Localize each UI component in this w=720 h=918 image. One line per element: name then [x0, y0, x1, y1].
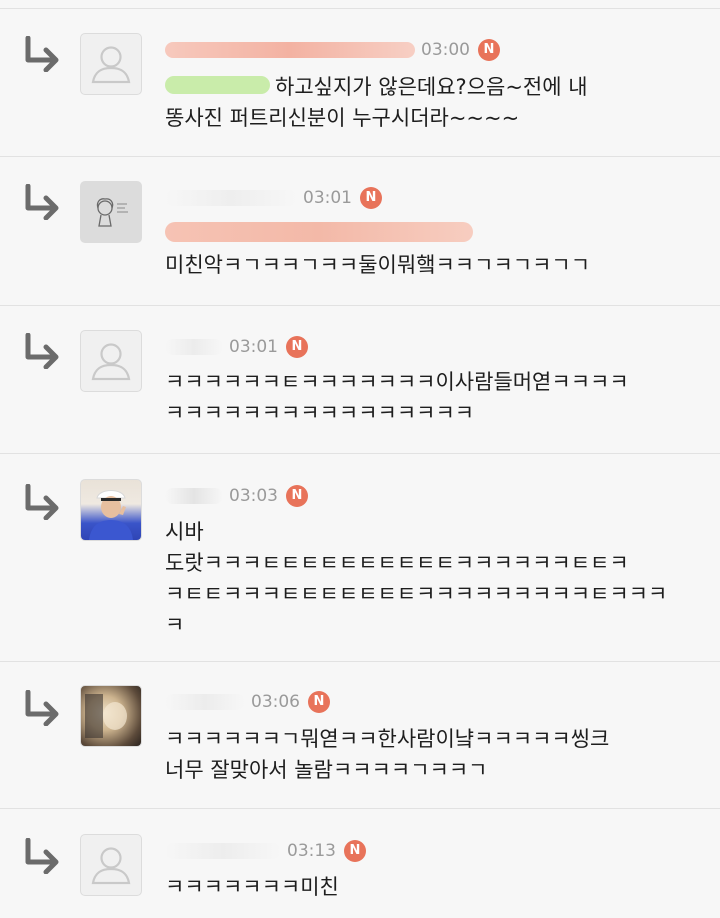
comment-time: 03:06: [251, 692, 300, 712]
redaction-smudge: [165, 222, 473, 242]
reply-arrow-icon: [25, 36, 59, 72]
reply-arrow-icon: [25, 333, 59, 369]
new-badge: N: [344, 840, 366, 862]
photo-avatar[interactable]: [80, 685, 142, 747]
dim-photo-icon: [85, 694, 127, 738]
new-badge: N: [286, 336, 308, 358]
default-avatar[interactable]: [80, 834, 142, 896]
reply-arrow-icon: [25, 484, 59, 520]
new-badge: N: [286, 485, 308, 507]
comment-time: 03:00: [421, 40, 470, 60]
sketch-drawing-icon: [96, 198, 128, 227]
user-silhouette-icon: [91, 343, 131, 381]
comment-divider: [0, 808, 720, 809]
comment-time: 03:01: [229, 337, 278, 357]
user-silhouette-icon: [91, 46, 131, 84]
reply-arrow-icon: [25, 838, 59, 874]
redacted-username: [165, 42, 415, 58]
comment-divider: [0, 156, 720, 157]
comment-text: 미친악ㅋㄱㅋㅋㄱㅋㅋ둘이뭐햌ㅋㅋㄱㅋㄱㅋㄱㄱ: [165, 253, 591, 277]
comment-text: 하고싶지가 않은데요?으음~전에 내 똥사진 퍼트리신분이 누구시더라~~~~: [165, 75, 588, 130]
comment-time: 03:03: [229, 486, 278, 506]
redacted-username: [165, 843, 281, 859]
comment-text: ㅋㅋㅋㅋㅋㅋㅌㅋㅋㅋㅋㅋㅋㅋ이사람들머엳ㅋㅋㅋㅋ ㅋㅋㅋㅋㅋㅋㅋㅋㅋㅋㅋㅋㅋㅋㅋ…: [165, 370, 629, 425]
comment-text: ㅋㅋㅋㅋㅋㅋㅋ미친: [165, 875, 339, 899]
redacted-username: [165, 190, 297, 206]
user-silhouette-icon: [91, 847, 131, 885]
photo-avatar[interactable]: [80, 479, 142, 541]
top-divider: [0, 8, 720, 9]
new-badge: N: [308, 691, 330, 713]
reply-arrow-icon: [25, 690, 59, 726]
comment-time: 03:01: [303, 188, 352, 208]
default-avatar[interactable]: [80, 33, 142, 95]
comment-divider: [0, 305, 720, 306]
person-photo-icon: [89, 490, 133, 540]
redacted-username: [165, 339, 223, 355]
comment-divider: [0, 453, 720, 454]
comment-divider: [0, 661, 720, 662]
comment-time: 03:13: [287, 841, 336, 861]
default-avatar[interactable]: [80, 330, 142, 392]
comment-text: 시바 도랏ㅋㅋㅋㅌㅌㅌㅌㅌㅌㅌㅌㅌㅌㅋㅋㅋㅋㅋㅋㅌㅌㅋ ㅋㅌㅌㅋㅋㅋㅌㅌㅌㅌㅌㅌ…: [165, 520, 668, 637]
redacted-username: [165, 488, 223, 504]
new-badge: N: [478, 39, 500, 61]
comment-text: ㅋㅋㅋㅋㅋㅋㄱ뭐엳ㅋㅋ한사람이냨ㅋㅋㅋㅋㅋ씽크 너무 잘맞아서 놀람ㅋㅋㅋㅋㄱㅋ…: [165, 727, 610, 782]
sketch-avatar[interactable]: [80, 181, 142, 243]
reply-arrow-icon: [25, 184, 59, 220]
new-badge: N: [360, 187, 382, 209]
redacted-username: [165, 694, 245, 710]
